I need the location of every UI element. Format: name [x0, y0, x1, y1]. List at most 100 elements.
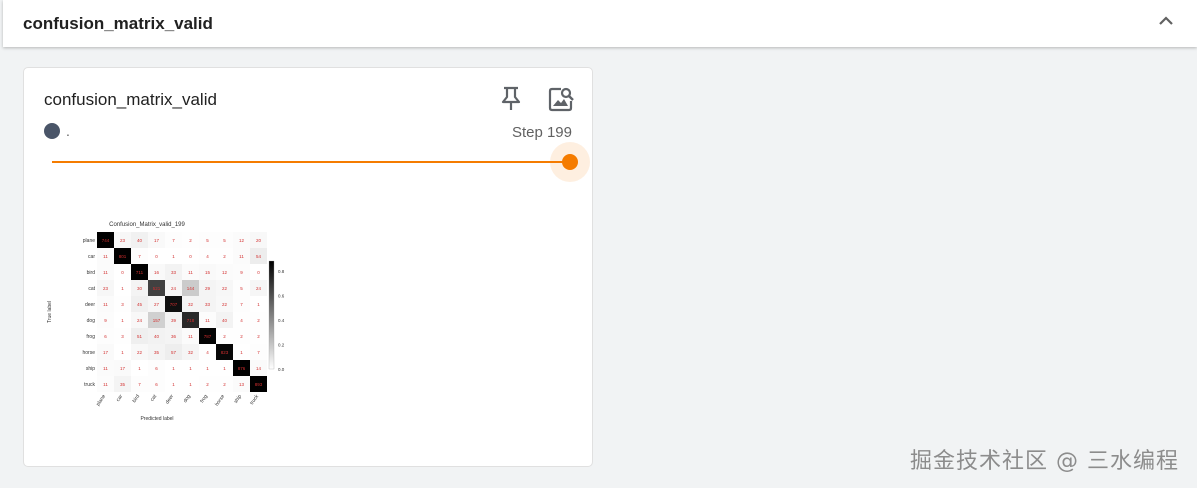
- matrix-cell-value: 24: [256, 286, 262, 291]
- matrix-cell-value: 893: [255, 382, 263, 387]
- x-tick-label: deer: [164, 393, 175, 405]
- x-tick-label: bird: [131, 394, 141, 404]
- matrix-cell-value: 787: [204, 334, 212, 339]
- section-header: confusion_matrix_valid: [3, 0, 1197, 47]
- x-tick-label: truck: [249, 393, 260, 406]
- matrix-cell-value: 13: [239, 382, 245, 387]
- matrix-cell-value: 33: [171, 270, 177, 275]
- matrix-cell-value: 876: [238, 366, 246, 371]
- y-tick-label: deer: [85, 302, 95, 308]
- card-title: confusion_matrix_valid: [44, 90, 217, 109]
- slider-thumb[interactable]: [562, 154, 578, 170]
- matrix-cell-value: 24: [171, 286, 177, 291]
- matrix-cell-value: 11: [103, 302, 108, 307]
- matrix-cell-value: 32: [188, 350, 194, 355]
- matrix-cell-value: 51: [137, 334, 143, 339]
- matrix-cell-value: 20: [256, 238, 262, 243]
- matrix-cell-value: 11: [103, 382, 108, 387]
- run-label: .: [66, 123, 70, 139]
- matrix-cell-value: 12: [222, 270, 228, 275]
- colorbar-tick-label: 0.8: [278, 269, 285, 274]
- matrix-cell-value: 54: [256, 254, 262, 259]
- step-slider[interactable]: [52, 142, 590, 182]
- matrix-cell-value: 40: [137, 238, 143, 243]
- matrix-cell-value: 14: [256, 366, 262, 371]
- matrix-cell-value: 17: [154, 238, 160, 243]
- matrix-cell-value: 11: [103, 366, 108, 371]
- y-tick-label: frog: [86, 334, 95, 340]
- colorbar: [268, 260, 275, 370]
- matrix-cell-value: 11: [103, 270, 108, 275]
- matrix-cell-value: 45: [137, 302, 143, 307]
- matrix-cell-value: 35: [154, 350, 160, 355]
- matrix-cell-value: 711: [136, 270, 144, 275]
- matrix-cell-value: 11: [188, 270, 193, 275]
- matrix-cell-value: 40: [222, 318, 228, 323]
- matrix-cell-value: 32: [188, 302, 194, 307]
- slider-fill: [52, 161, 570, 163]
- colorbar-tick-label: 0.4: [278, 318, 285, 323]
- matrix-cell-value: 11: [239, 254, 244, 259]
- matrix-cell-value: 144: [187, 286, 195, 291]
- x-tick-label: plane: [95, 394, 107, 408]
- matrix-cell-value: 11: [103, 254, 108, 259]
- figure-title: Confusion_Matrix_valid_199: [109, 222, 185, 228]
- image-search-icon[interactable]: [547, 85, 575, 113]
- matrix-cell-value: 39: [171, 318, 177, 323]
- x-tick-label: cat: [149, 393, 158, 402]
- y-tick-label: plane: [83, 238, 95, 244]
- x-tick-label: ship: [233, 394, 243, 405]
- matrix-cell-value: 157: [153, 318, 161, 323]
- matrix-cell-value: 23: [103, 286, 109, 291]
- chevron-up-icon[interactable]: [1155, 10, 1177, 32]
- matrix-cell-value: 24: [137, 318, 143, 323]
- colorbar-tick-label: 0.0: [278, 367, 285, 372]
- matrix-cell-value: 11: [205, 318, 210, 323]
- x-tick-label: frog: [199, 394, 209, 405]
- image-card: confusion_matrix_valid . Step 199 Confus…: [23, 67, 593, 467]
- matrix-cell-value: 521: [153, 286, 161, 291]
- matrix-cell-value: 30: [137, 286, 143, 291]
- section-title: confusion_matrix_valid: [23, 14, 213, 33]
- step-label: Step 199: [511, 124, 572, 141]
- matrix-cell-value: 744: [102, 238, 110, 243]
- matrix-cell-value: 22: [222, 286, 228, 291]
- confusion-matrix-image[interactable]: Confusion_Matrix_valid_199 True label Pr…: [47, 216, 297, 426]
- matrix-cell-value: 12: [239, 238, 245, 243]
- pin-icon[interactable]: [498, 85, 524, 111]
- matrix-cell-value: 23: [120, 238, 126, 243]
- matrix-cell-value: 22: [137, 350, 143, 355]
- matrix-cell-value: 16: [154, 270, 160, 275]
- matrix-cell-value: 15: [205, 270, 211, 275]
- matrix-cell-value: 718: [187, 318, 195, 323]
- matrix-cell-value: 707: [170, 302, 178, 307]
- x-tick-label: dog: [182, 394, 192, 404]
- matrix-cell-value: 40: [154, 334, 160, 339]
- matrix-cell-value: 17: [103, 350, 109, 355]
- matrix-cell-value: 17: [120, 366, 126, 371]
- matrix-cell-value: 27: [154, 302, 160, 307]
- x-tick-label: car: [115, 393, 124, 402]
- matrix-cell-value: 823: [221, 350, 229, 355]
- figure-ylabel: True label: [47, 301, 53, 323]
- matrix-cell-value: 801: [119, 254, 127, 259]
- y-tick-label: car: [88, 254, 95, 260]
- matrix-cell-value: 57: [171, 350, 177, 355]
- y-tick-label: horse: [82, 350, 95, 356]
- y-tick-label: dog: [87, 318, 96, 324]
- colorbar-tick-label: 0.6: [278, 294, 285, 299]
- y-tick-label: cat: [88, 286, 95, 292]
- watermark-text: 掘金技术社区 @ 三水编程: [910, 449, 1179, 474]
- y-tick-label: truck: [84, 382, 95, 388]
- colorbar-tick-label: 0.2: [278, 343, 285, 348]
- matrix-cell-value: 36: [171, 334, 177, 339]
- matrix-cell-value: 33: [205, 302, 211, 307]
- matrix-cell-value: 35: [120, 382, 126, 387]
- matrix-cell-value: 29: [205, 286, 211, 291]
- matrix-cell-value: 11: [188, 334, 193, 339]
- matrix-cell-value: 22: [222, 302, 228, 307]
- run-color-dot: [44, 123, 60, 139]
- figure-xlabel: Predicted label: [140, 416, 173, 422]
- y-tick-label: ship: [86, 366, 95, 372]
- y-tick-label: bird: [87, 270, 96, 276]
